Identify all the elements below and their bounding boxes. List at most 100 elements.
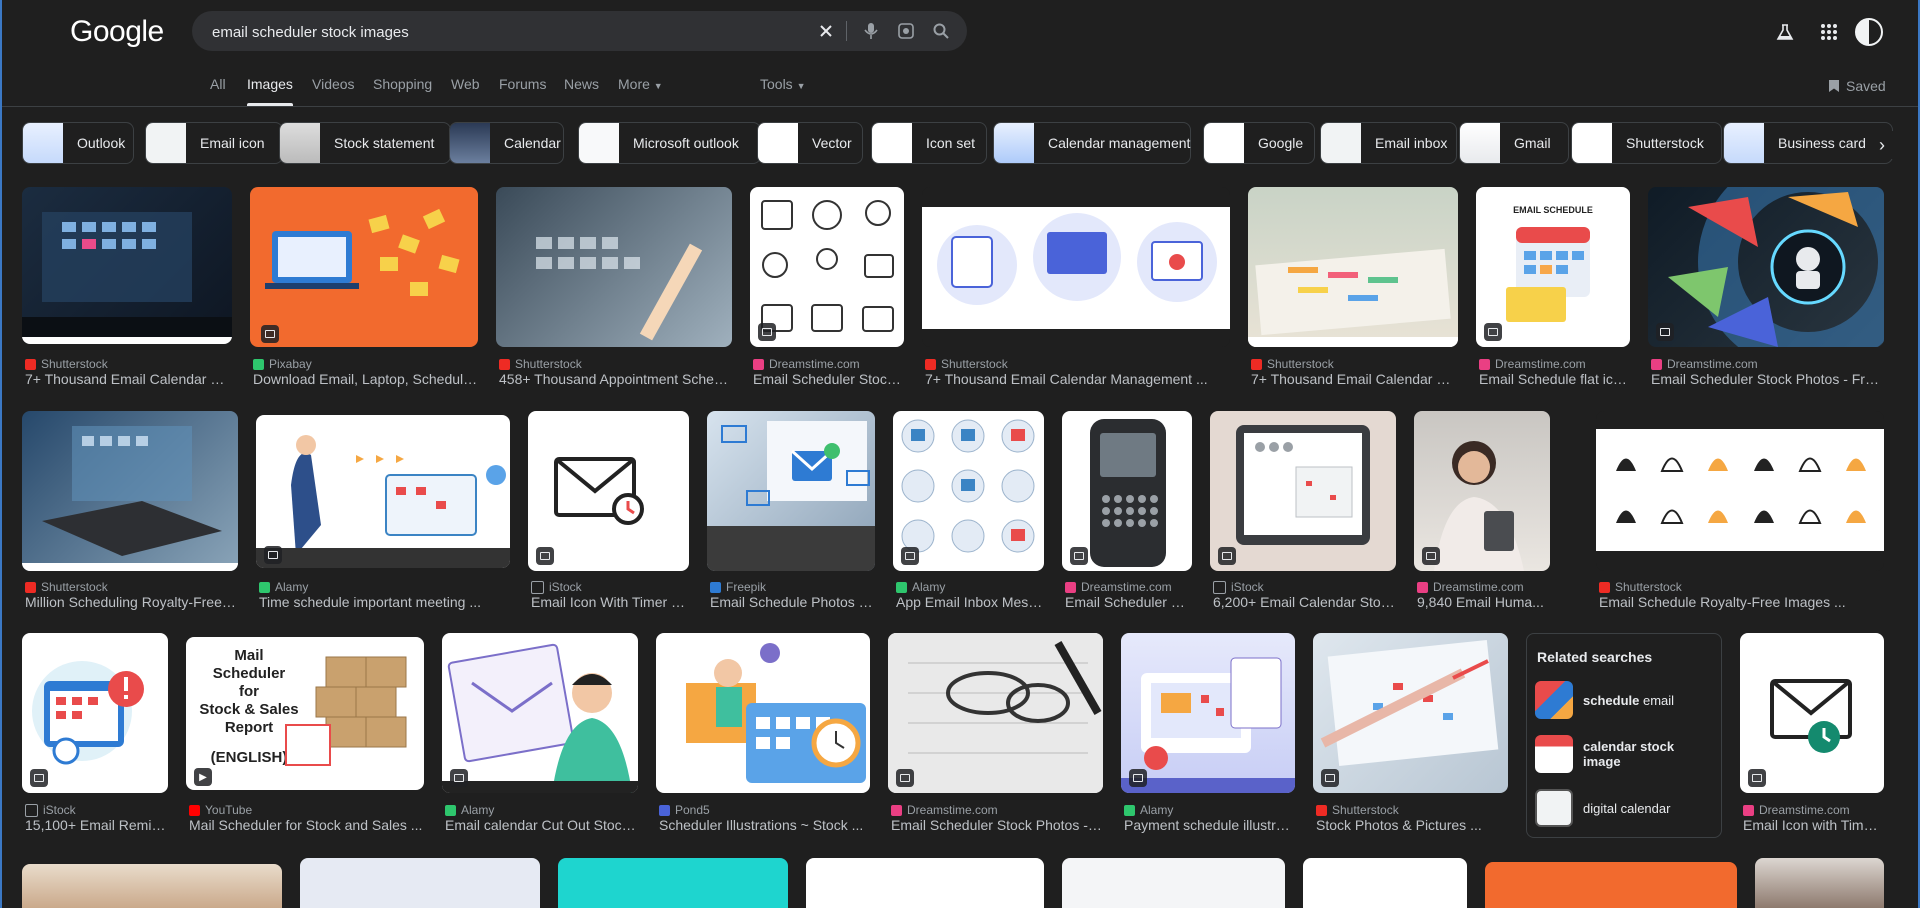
tab-forums[interactable]: Forums [499,76,546,92]
result-title[interactable]: 458+ Thousand Appointment Schedu... [499,371,732,387]
apps-grid-icon[interactable] [1817,20,1841,44]
result-image[interactable] [806,858,1044,908]
result-title[interactable]: Email Scheduler Stock Photos - Free ... [1651,371,1884,387]
result-title[interactable]: 6,200+ Email Calendar Stock Phot... [1213,594,1396,610]
result-source[interactable]: Alamy [259,580,308,594]
result-source[interactable]: Alamy [896,580,945,594]
result-title[interactable]: Email Icon with Timer... [1743,817,1884,833]
result-title[interactable]: Email Scheduler Stock Photos - F... [891,817,1103,833]
tab-shopping[interactable]: Shopping [373,76,432,92]
result-title[interactable]: 7+ Thousand Email Calendar Management ..… [925,371,1230,387]
result-title[interactable]: Email Schedule flat ico... [1479,371,1630,387]
chips-next-icon[interactable]: › [1868,131,1896,159]
chip-calendar[interactable]: Calendar [449,122,564,164]
result-image[interactable] [22,864,282,908]
result-image[interactable] [1121,633,1295,793]
chip-outlook[interactable]: Outlook [22,122,134,164]
result-source[interactable]: iStock [1213,580,1264,594]
result-source[interactable]: Dreamstime.com [891,803,998,817]
result-title[interactable]: Email Icon With Timer O... [531,594,689,610]
result-image[interactable] [300,858,540,908]
result-source[interactable]: Freepik [710,580,766,594]
result-image[interactable] [707,411,875,571]
lens-camera-icon[interactable] [894,19,918,43]
result-source[interactable]: Shutterstock [1599,580,1682,594]
result-title[interactable]: Email Schedule Photos - ... [710,594,875,610]
result-image[interactable] [442,633,638,793]
result-source[interactable]: Alamy [1124,803,1173,817]
result-source[interactable]: Dreamstime.com [753,357,860,371]
result-image[interactable] [1485,862,1737,908]
result-source[interactable]: Pixabay [253,357,312,371]
account-avatar[interactable] [1855,18,1883,46]
related-search-item[interactable]: calendar stock image [1535,732,1715,776]
result-title[interactable]: App Email Inbox Mess... [896,594,1044,610]
result-image[interactable] [558,858,788,908]
result-image[interactable] [496,187,732,347]
labs-flask-icon[interactable] [1773,20,1797,44]
chip-icon-set[interactable]: Icon set [871,122,987,164]
result-source[interactable]: Shutterstock [1251,357,1334,371]
result-source[interactable]: Alamy [445,803,494,817]
result-title[interactable]: 7+ Thousand Email Calendar Ma... [1251,371,1458,387]
result-image[interactable] [1740,633,1884,793]
result-image[interactable] [250,187,478,347]
result-image[interactable] [922,187,1230,347]
result-title[interactable]: Payment schedule illustrat... [1124,817,1295,833]
result-image[interactable] [22,633,168,793]
tab-more[interactable]: More ▼ [618,76,663,92]
chip-shutterstock[interactable]: Shutterstock [1571,122,1722,164]
result-image[interactable] [1755,858,1884,908]
result-image[interactable] [893,411,1044,571]
chip-microsoft-outlook[interactable]: Microsoft outlook [578,122,761,164]
search-icon[interactable] [929,19,953,43]
tab-news[interactable]: News [564,76,599,92]
result-image[interactable] [22,187,232,344]
result-source[interactable]: Pond5 [659,803,710,817]
result-title[interactable]: 9,840 Email Huma... [1417,594,1550,610]
related-search-item[interactable]: schedule email [1535,678,1715,722]
result-source[interactable]: iStock [25,803,76,817]
result-source[interactable]: Dreamstime.com [1479,357,1586,371]
result-source[interactable]: Shutterstock [925,357,1008,371]
result-title[interactable]: Download Email, Laptop, Schedule ... [253,371,478,387]
chip-gmail[interactable]: Gmail [1459,122,1569,164]
result-image[interactable] [656,633,870,793]
result-title[interactable]: Email calendar Cut Out Stock ... [445,817,638,833]
result-image[interactable] [1210,411,1396,571]
result-image[interactable] [1062,411,1192,571]
chip-google[interactable]: Google [1203,122,1315,164]
result-image[interactable] [528,411,689,571]
chip-email-icon[interactable]: Email icon [145,122,283,164]
search-input[interactable] [210,11,814,53]
result-title[interactable]: 7+ Thousand Email Calendar Ma... [25,371,232,387]
result-source[interactable]: Dreamstime.com [1065,580,1172,594]
result-source[interactable]: Shutterstock [25,580,108,594]
result-image[interactable] [888,633,1103,793]
result-source[interactable]: YouTube [189,803,252,817]
result-image[interactable] [1596,411,1884,571]
result-title[interactable]: Stock Photos & Pictures ... [1316,817,1508,833]
result-title[interactable]: Mail Scheduler for Stock and Sales ... [189,817,424,833]
result-source[interactable]: Shutterstock [25,357,108,371]
microphone-icon[interactable] [859,19,883,43]
result-image[interactable]: EMAIL SCHEDULE [1476,187,1630,347]
result-source[interactable]: Shutterstock [499,357,582,371]
google-logo[interactable]: Google [70,15,164,49]
result-title[interactable]: Time schedule important meeting ... [259,594,510,610]
result-image[interactable] [1414,411,1550,571]
result-image[interactable] [22,411,238,571]
result-source[interactable]: Dreamstime.com [1743,803,1850,817]
search-box[interactable] [192,11,967,53]
chip-calendar-management[interactable]: Calendar management [993,122,1191,164]
result-image[interactable] [1303,858,1467,908]
result-image[interactable] [1648,187,1884,347]
result-source[interactable]: Dreamstime.com [1651,357,1758,371]
result-title[interactable]: Email Schedule Royalty-Free Images ... [1599,594,1884,610]
result-image[interactable]: Mail Scheduler for Stock & Sales Report … [186,637,424,790]
result-image[interactable] [1248,187,1458,347]
tab-web[interactable]: Web [451,76,480,92]
tab-all[interactable]: All [210,76,226,92]
result-title[interactable]: Email Scheduler Stock ... [753,371,904,387]
result-image[interactable] [1313,633,1508,793]
